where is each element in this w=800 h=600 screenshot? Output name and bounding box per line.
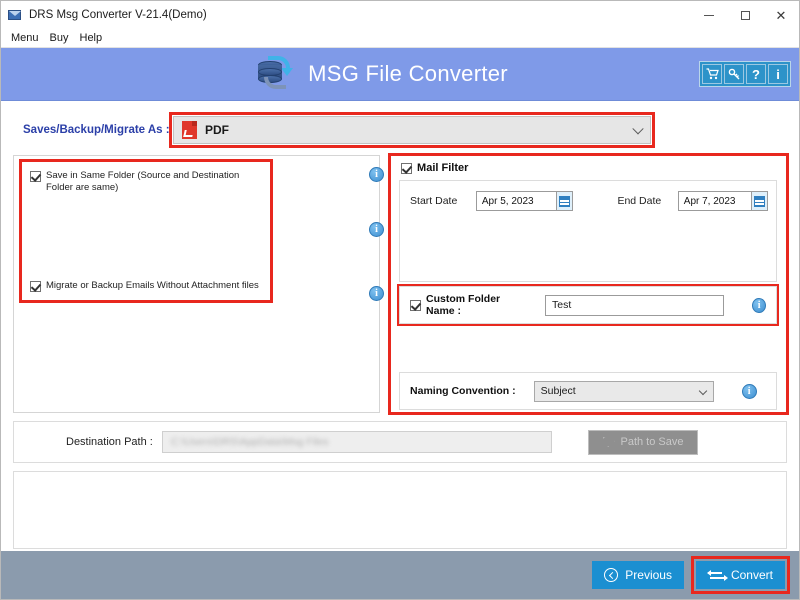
custom-folder-label: Custom Folder Name : — [426, 293, 501, 317]
log-output-panel — [13, 471, 787, 549]
naming-convention-value: Subject — [540, 385, 576, 397]
start-date-input[interactable]: Apr 5, 2023 — [475, 191, 557, 211]
convert-button[interactable]: Convert — [690, 556, 791, 594]
checkbox-box[interactable] — [30, 171, 41, 182]
menu-item-help[interactable]: Help — [75, 31, 108, 45]
window-controls: ✕ — [691, 1, 799, 29]
mail-filter-panel: Mail Filter Start Date Apr 5, 2023 End D… — [388, 153, 789, 415]
title-bar: DRS Msg Converter V-21.4(Demo) ✕ — [1, 1, 799, 29]
key-icon[interactable] — [724, 64, 744, 84]
cart-icon[interactable] — [702, 64, 722, 84]
help-icon[interactable]: ? — [746, 64, 766, 84]
checkbox-box[interactable] — [410, 300, 422, 311]
naming-convention-label: Naming Convention : — [410, 385, 516, 397]
end-date-input[interactable]: Apr 7, 2023 — [677, 191, 752, 211]
info-icon[interactable]: i — [369, 222, 384, 237]
path-to-save-button[interactable]: Path to Save — [588, 429, 698, 455]
save-as-label: Saves/Backup/Migrate As : — [23, 124, 170, 136]
save-as-value: PDF — [205, 123, 229, 137]
checkbox-label: Migrate or Backup Emails Without Attachm… — [46, 280, 259, 291]
left-options-panel: Save in Same Folder (Source and Destinat… — [13, 155, 384, 413]
checkbox-label: Save in Same Folder (Source and Destinat… — [46, 170, 240, 193]
chevron-down-icon — [632, 123, 644, 135]
header-toolbar: ? i — [699, 61, 791, 87]
naming-convention-dropdown[interactable]: Subject — [533, 380, 714, 402]
custom-folder-input[interactable]: Test — [545, 294, 725, 316]
destination-path-input[interactable]: C:\Users\DRS\AppData\Msg Files — [162, 431, 552, 453]
close-button[interactable]: ✕ — [763, 1, 799, 29]
save-as-row: Saves/Backup/Migrate As : PDF — [1, 109, 799, 151]
info-icon[interactable]: i — [741, 383, 757, 399]
options-panels: Save in Same Folder (Source and Destinat… — [1, 153, 799, 415]
date-range-row: Start Date Apr 5, 2023 End Date Apr 7, 2… — [410, 191, 769, 211]
footer-bar: Previous Convert — [1, 551, 799, 599]
info-icon[interactable]: i — [369, 167, 384, 182]
custom-folder-row: Custom Folder Name : Test i — [397, 284, 780, 326]
database-convert-icon — [252, 54, 298, 94]
checkbox-box[interactable] — [30, 281, 41, 292]
app-title: MSG File Converter — [308, 61, 508, 86]
brand: MSG File Converter — [252, 54, 548, 94]
menu-item-buy[interactable]: Buy — [45, 31, 74, 45]
checkbox-without-attachments[interactable]: Migrate or Backup Emails Without Attachm… — [30, 280, 262, 292]
convert-arrows-icon — [706, 569, 728, 581]
convert-label: Convert — [730, 568, 773, 582]
main-content: Saves/Backup/Migrate As : PDF Save in Sa… — [1, 101, 799, 551]
checkbox-box[interactable] — [401, 163, 413, 174]
start-date-label: Start Date — [410, 195, 458, 207]
window-title: DRS Msg Converter V-21.4(Demo) — [29, 9, 207, 21]
app-header-banner: MSG File Converter ? i — [1, 48, 799, 101]
naming-convention-row: Naming Convention : Subject i — [399, 372, 778, 410]
app-envelope-icon — [7, 8, 23, 22]
maximize-button[interactable] — [727, 1, 763, 29]
mail-filter-title: Mail Filter — [417, 162, 469, 174]
destination-path-panel: Destination Path : C:\Users\DRS\AppData\… — [13, 421, 787, 463]
date-range-box: Start Date Apr 5, 2023 End Date Apr 7, 2… — [399, 180, 778, 282]
destination-path-label: Destination Path : — [66, 436, 153, 448]
destination-path-value: C:\Users\DRS\AppData\Msg Files — [171, 436, 329, 448]
menu-bar: Menu Buy Help — [1, 29, 799, 48]
info-icon[interactable]: i — [752, 297, 767, 313]
minimize-button[interactable] — [691, 1, 727, 29]
folder-icon — [603, 437, 615, 447]
chevron-left-circle-icon — [604, 568, 619, 582]
calendar-icon[interactable] — [556, 191, 574, 211]
info-icon[interactable]: i — [369, 286, 384, 301]
mail-filter-toggle[interactable]: Mail Filter — [401, 162, 468, 174]
chevron-down-icon — [698, 386, 707, 395]
pdf-file-icon — [182, 121, 197, 139]
calendar-icon[interactable] — [751, 191, 769, 211]
previous-button[interactable]: Previous — [592, 561, 684, 589]
checkbox-save-same-folder[interactable]: Save in Same Folder (Source and Destinat… — [30, 170, 262, 194]
path-to-save-label: Path to Save — [620, 436, 684, 448]
previous-label: Previous — [625, 568, 672, 582]
end-date-label: End Date — [617, 195, 662, 207]
save-as-dropdown[interactable]: PDF — [169, 112, 655, 148]
menu-item-menu[interactable]: Menu — [6, 31, 44, 45]
info-icon[interactable]: i — [768, 64, 788, 84]
application-window: DRS Msg Converter V-21.4(Demo) ✕ Menu Bu… — [0, 0, 800, 600]
